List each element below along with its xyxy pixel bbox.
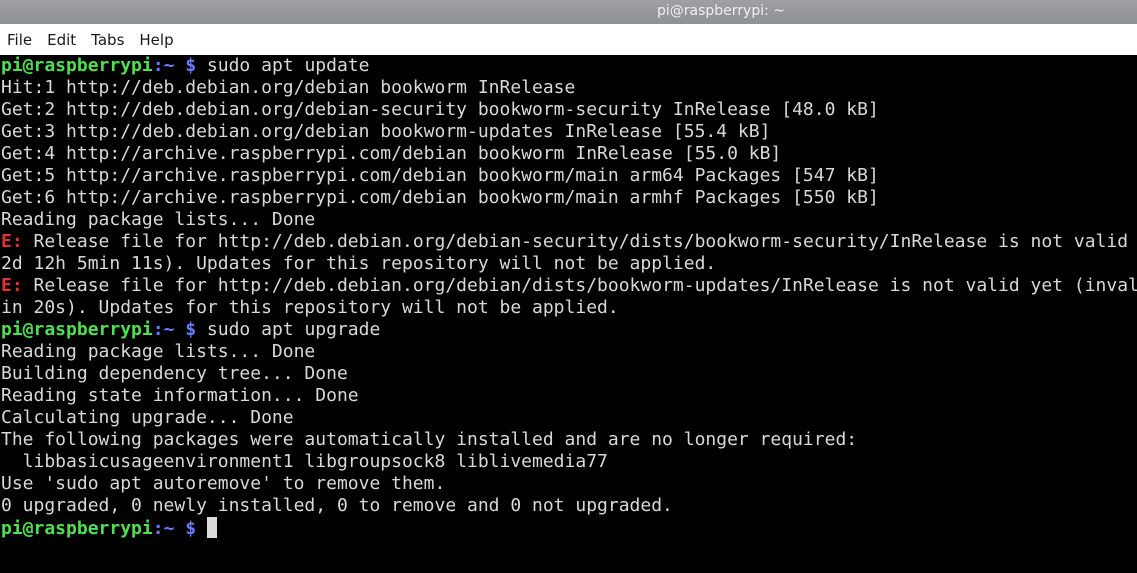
output-line: Get:3 http://deb.debian.org/debian bookw…	[1, 121, 771, 142]
window-title: pi@raspberrypi: ~	[657, 3, 786, 19]
output-line: in 20s). Updates for this repository wil…	[1, 297, 619, 318]
output-line: Hit:1 http://deb.debian.org/debian bookw…	[1, 77, 576, 98]
output-line: Get:2 http://deb.debian.org/debian-secur…	[1, 99, 879, 120]
output-line: Reading state information... Done	[1, 385, 359, 406]
menu-bar: File Edit Tabs Help	[0, 24, 1137, 55]
command-text: sudo apt upgrade	[206, 319, 381, 340]
output-line: Reading package lists... Done	[1, 209, 316, 230]
output-line: The following packages were automaticall…	[1, 429, 858, 450]
error-prefix: E:	[1, 275, 23, 296]
output-line: 0 upgraded, 0 newly installed, 0 to remo…	[1, 495, 673, 516]
output-line: Building dependency tree... Done	[1, 363, 348, 384]
text-cursor	[206, 517, 217, 538]
error-line: E: Release file for http://deb.debian.or…	[0, 231, 1137, 253]
menu-help[interactable]: Help	[139, 31, 173, 49]
prompt-path: ~ $	[163, 55, 197, 76]
title-bar[interactable]: pi@raspberrypi: ~	[0, 0, 1137, 24]
prompt-separator: :	[152, 55, 164, 76]
output-line: Reading package lists... Done	[1, 341, 316, 362]
output-line: Get:4 http://archive.raspberrypi.com/deb…	[1, 143, 782, 164]
prompt-path: ~ $	[163, 518, 197, 539]
prompt-line: pi@raspberrypi:~ $	[0, 517, 1137, 539]
prompt-user-host: pi@raspberrypi	[1, 55, 153, 76]
prompt-line: pi@raspberrypi:~ $ sudo apt update	[0, 55, 1137, 77]
menu-edit[interactable]: Edit	[47, 31, 76, 49]
terminal-window: pi@raspberrypi: ~ File Edit Tabs Help pi…	[0, 0, 1137, 573]
output-line: Calculating upgrade... Done	[1, 407, 294, 428]
error-prefix: E:	[1, 231, 23, 252]
output-line: Get:5 http://archive.raspberrypi.com/deb…	[1, 165, 879, 186]
prompt-user-host: pi@raspberrypi	[1, 319, 153, 340]
error-line: E: Release file for http://deb.debian.or…	[0, 275, 1137, 297]
output-line: 2d 12h 5min 11s). Updates for this repos…	[1, 253, 717, 274]
output-line: Use 'sudo apt autoremove' to remove them…	[1, 473, 446, 494]
error-text: Release file for http://deb.debian.org/d…	[33, 275, 1137, 296]
terminal-output[interactable]: pi@raspberrypi:~ $ sudo apt update Hit:1…	[0, 55, 1137, 573]
prompt-path: ~ $	[163, 319, 197, 340]
menu-file[interactable]: File	[7, 31, 32, 49]
output-line: libbasicusageenvironment1 libgroupsock8 …	[1, 451, 608, 472]
menu-tabs[interactable]: Tabs	[91, 31, 124, 49]
prompt-separator: :	[152, 319, 164, 340]
error-text: Release file for http://deb.debian.org/d…	[33, 231, 1129, 252]
output-line: Get:6 http://archive.raspberrypi.com/deb…	[1, 187, 879, 208]
prompt-line: pi@raspberrypi:~ $ sudo apt upgrade	[0, 319, 1137, 341]
prompt-separator: :	[152, 518, 164, 539]
prompt-user-host: pi@raspberrypi	[1, 518, 153, 539]
command-text: sudo apt update	[206, 55, 370, 76]
